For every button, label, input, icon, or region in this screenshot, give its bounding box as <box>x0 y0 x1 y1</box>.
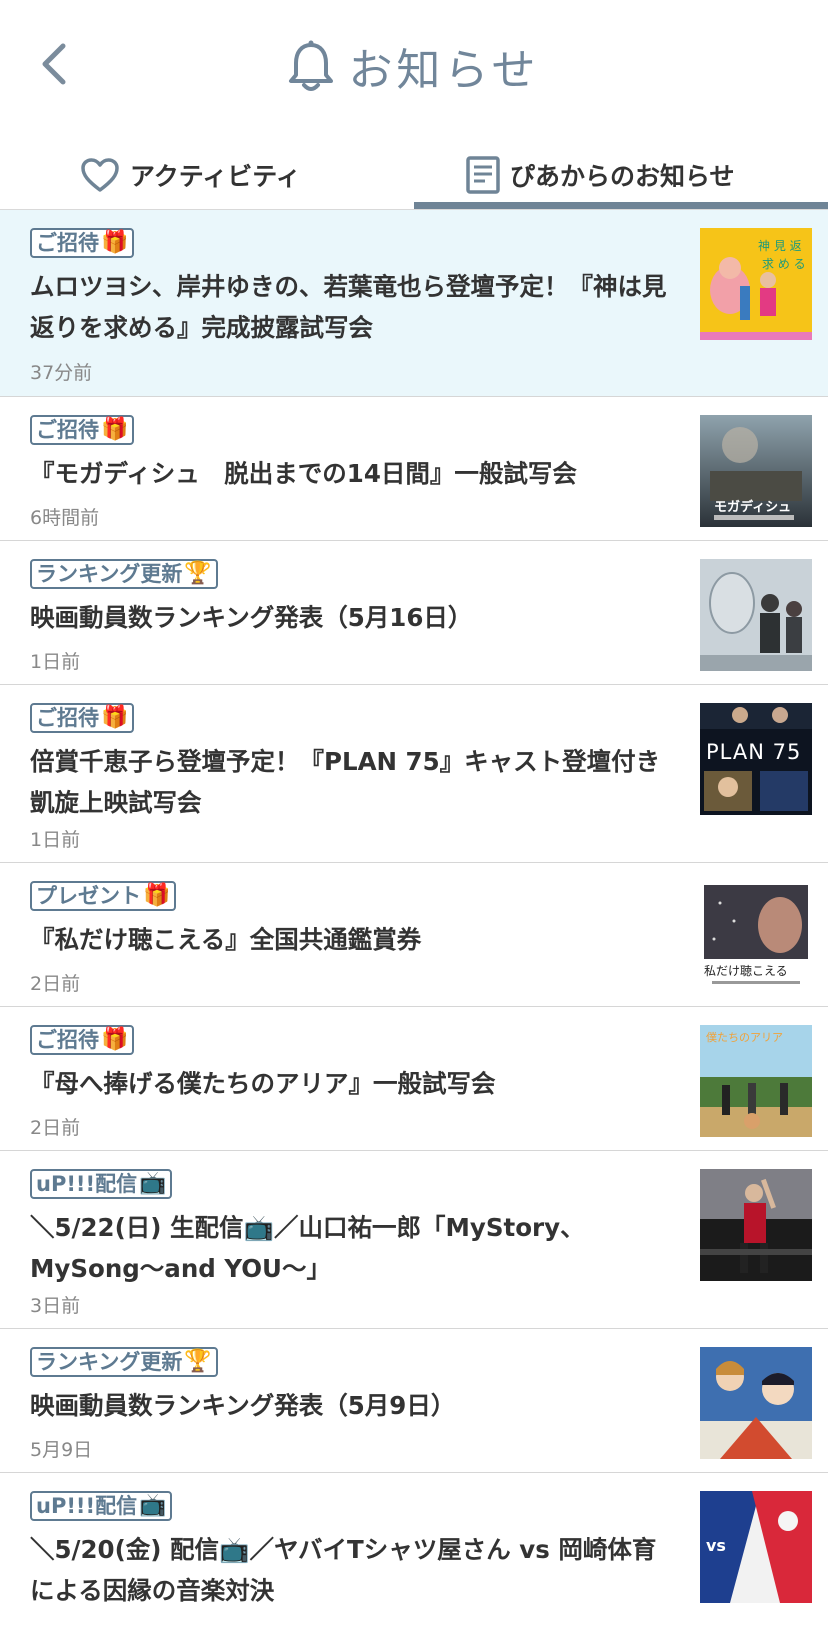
poster-aria-illustration: 僕たちのアリア <box>700 1025 812 1137</box>
poster-title-text: モガディシュ <box>714 499 791 515</box>
notification-time: 3日前 <box>30 1295 81 1317</box>
notification-item[interactable]: ご招待 🎁 『モガディシュ 脱出までの14日間』一般試写会 6時間前 モガディシュ <box>0 397 828 541</box>
notification-item[interactable]: uP!!!配信 📺 ＼5/20(金) 配信📺／ヤバイTシャツ屋さん vs 岡崎体育… <box>0 1473 828 1633</box>
app-header: お知らせ <box>0 0 828 130</box>
tab-bar: アクティビティ ぴあからのお知らせ <box>0 140 828 210</box>
gift-icon: 🎁 <box>101 417 129 442</box>
notification-content: uP!!!配信 📺 ＼5/20(金) 配信📺／ヤバイTシャツ屋さん vs 岡崎体育… <box>30 1491 680 1611</box>
notification-title: 『私だけ聴こえる』全国共通鑑賞券 <box>30 925 422 954</box>
page-title: お知らせ <box>348 45 540 96</box>
thumbnail-image: モガディシュ <box>700 415 812 527</box>
poster-anime-illustration <box>700 1347 812 1459</box>
gift-icon: 🎁 <box>101 705 129 730</box>
notification-time: 1日前 <box>30 651 81 673</box>
notification-title: 映画動員数ランキング発表（5月16日） <box>30 603 473 632</box>
category-badge-label: uP!!!配信 <box>36 1493 138 1518</box>
category-badge: プレゼント 🎁 <box>30 881 177 911</box>
notification-title: ムロツヨシ、岸井ゆきの、若葉竜也ら登壇予定！『神は見返りを求める』完成披露試写会 <box>30 272 667 342</box>
category-badge-label: ご招待 <box>36 417 99 442</box>
category-badge: ランキング更新 🏆 <box>30 559 218 589</box>
gift-icon: 🎁 <box>101 1027 129 1052</box>
thumbnail-image <box>700 1347 812 1459</box>
notification-item[interactable]: ご招待 🎁 倍賞千恵子ら登壇予定！『PLAN 75』キャスト登壇付き凱旋上映試写会… <box>0 685 828 863</box>
thumbnail-image: 私だけ聴こえる <box>700 881 812 993</box>
poster-versus-illustration: vs <box>700 1491 812 1603</box>
bell-icon <box>289 40 334 91</box>
category-badge: ご招待 🎁 <box>30 228 135 258</box>
notification-title: ＼5/22(日) 生配信📺／山口祐一郎「MyStory、MySong〜and Y… <box>30 1213 585 1283</box>
poster-ranking-illustration <box>700 559 812 671</box>
notification-time: 2日前 <box>30 973 81 995</box>
category-badge: ご招待 🎁 <box>30 1025 135 1055</box>
notification-content: ランキング更新 🏆 映画動員数ランキング発表（5月9日） <box>30 1347 680 1426</box>
poster-plan75-illustration: PLAN 75 <box>700 703 812 815</box>
notification-content: ご招待 🎁 『モガディシュ 脱出までの14日間』一般試写会 <box>30 415 680 494</box>
notification-title: 倍賞千恵子ら登壇予定！『PLAN 75』キャスト登壇付き凱旋上映試写会 <box>30 747 661 817</box>
thumbnail-image: vs <box>700 1491 812 1603</box>
category-badge-label: ご招待 <box>36 1027 99 1052</box>
category-badge-label: ご招待 <box>36 705 99 730</box>
document-icon <box>466 156 500 194</box>
poster-live-illustration <box>700 1169 812 1281</box>
notification-item[interactable]: ご招待 🎁 ムロツヨシ、岸井ゆきの、若葉竜也ら登壇予定！『神は見返りを求める』完成… <box>0 210 828 397</box>
tab-pia-news[interactable]: ぴあからのお知らせ <box>466 140 735 210</box>
category-badge-label: プレゼント <box>36 883 141 908</box>
svg-text:求 め る: 求 め る <box>762 257 806 271</box>
category-badge: ご招待 🎁 <box>30 415 135 445</box>
thumbnail-image: PLAN 75 <box>700 703 812 815</box>
notification-title: 『母へ捧げる僕たちのアリア』一般試写会 <box>30 1069 496 1098</box>
poster-mogadishu-illustration: モガディシュ <box>700 415 812 527</box>
trophy-icon: 🏆 <box>184 1349 212 1374</box>
svg-text:神 見 返: 神 見 返 <box>758 239 802 253</box>
notification-content: ご招待 🎁 倍賞千恵子ら登壇予定！『PLAN 75』キャスト登壇付き凱旋上映試写会 <box>30 703 680 823</box>
category-badge: ご招待 🎁 <box>30 703 135 733</box>
notification-content: ご招待 🎁 ムロツヨシ、岸井ゆきの、若葉竜也ら登壇予定！『神は見返りを求める』完成… <box>30 228 680 348</box>
gift-icon: 🎁 <box>143 883 171 908</box>
tv-icon: 📺 <box>139 1493 167 1518</box>
svg-text:vs: vs <box>706 1536 726 1555</box>
gift-icon: 🎁 <box>101 230 129 255</box>
thumbnail-image: 僕たちのアリア <box>700 1025 812 1137</box>
tab-pia-news-label: ぴあからのお知らせ <box>510 162 735 191</box>
notification-list: ご招待 🎁 ムロツヨシ、岸井ゆきの、若葉竜也ら登壇予定！『神は見返りを求める』完成… <box>0 210 828 1633</box>
heart-icon <box>81 158 119 192</box>
category-badge: ランキング更新 🏆 <box>30 1347 218 1377</box>
notification-title: ＼5/20(金) 配信📺／ヤバイTシャツ屋さん vs 岡崎体育による因縁の音楽対… <box>30 1535 657 1605</box>
poster-kami-illustration: 神 見 返 求 め る <box>700 228 812 340</box>
notification-item[interactable]: uP!!!配信 📺 ＼5/22(日) 生配信📺／山口祐一郎「MyStory、MyS… <box>0 1151 828 1329</box>
notification-item[interactable]: ご招待 🎁 『母へ捧げる僕たちのアリア』一般試写会 2日前 僕たちのアリア <box>0 1007 828 1151</box>
header-title-group: お知らせ <box>0 34 828 98</box>
notification-time: 6時間前 <box>30 507 100 529</box>
notification-time: 2日前 <box>30 1117 81 1139</box>
tv-icon: 📺 <box>139 1171 167 1196</box>
thumbnail-image: 神 見 返 求 め る <box>700 228 812 340</box>
notification-item[interactable]: プレゼント 🎁 『私だけ聴こえる』全国共通鑑賞券 2日前 私だけ聴こえる <box>0 863 828 1007</box>
notification-time: 1日前 <box>30 829 81 851</box>
poster-title-text: PLAN 75 <box>706 740 801 764</box>
category-badge-label: uP!!!配信 <box>36 1171 138 1196</box>
category-badge-label: ランキング更新 <box>36 561 183 586</box>
category-badge-label: ご招待 <box>36 230 99 255</box>
category-badge: uP!!!配信 📺 <box>30 1169 173 1199</box>
notification-content: uP!!!配信 📺 ＼5/22(日) 生配信📺／山口祐一郎「MyStory、MyS… <box>30 1169 680 1289</box>
notification-content: ランキング更新 🏆 映画動員数ランキング発表（5月16日） <box>30 559 680 638</box>
notification-title: 映画動員数ランキング発表（5月9日） <box>30 1391 456 1420</box>
notification-content: プレゼント 🎁 『私だけ聴こえる』全国共通鑑賞券 <box>30 881 680 960</box>
poster-title-text: 私だけ聴こえる <box>704 964 788 978</box>
thumbnail-image <box>700 559 812 671</box>
category-badge: uP!!!配信 📺 <box>30 1491 173 1521</box>
poster-watashi-illustration: 私だけ聴こえる <box>700 881 812 993</box>
poster-title-text: 僕たちのアリア <box>706 1031 783 1044</box>
thumbnail-image <box>700 1169 812 1281</box>
notification-title: 『モガディシュ 脱出までの14日間』一般試写会 <box>30 459 577 488</box>
tab-activity-label: アクティビティ <box>130 162 301 191</box>
notification-item[interactable]: ランキング更新 🏆 映画動員数ランキング発表（5月9日） 5月9日 <box>0 1329 828 1473</box>
trophy-icon: 🏆 <box>184 561 212 586</box>
notification-item[interactable]: ランキング更新 🏆 映画動員数ランキング発表（5月16日） 1日前 <box>0 541 828 685</box>
notification-time: 5月9日 <box>30 1439 93 1461</box>
tab-activity[interactable]: アクティビティ <box>80 140 301 210</box>
notification-content: ご招待 🎁 『母へ捧げる僕たちのアリア』一般試写会 <box>30 1025 680 1104</box>
category-badge-label: ランキング更新 <box>36 1349 183 1374</box>
notification-time: 37分前 <box>30 362 93 384</box>
